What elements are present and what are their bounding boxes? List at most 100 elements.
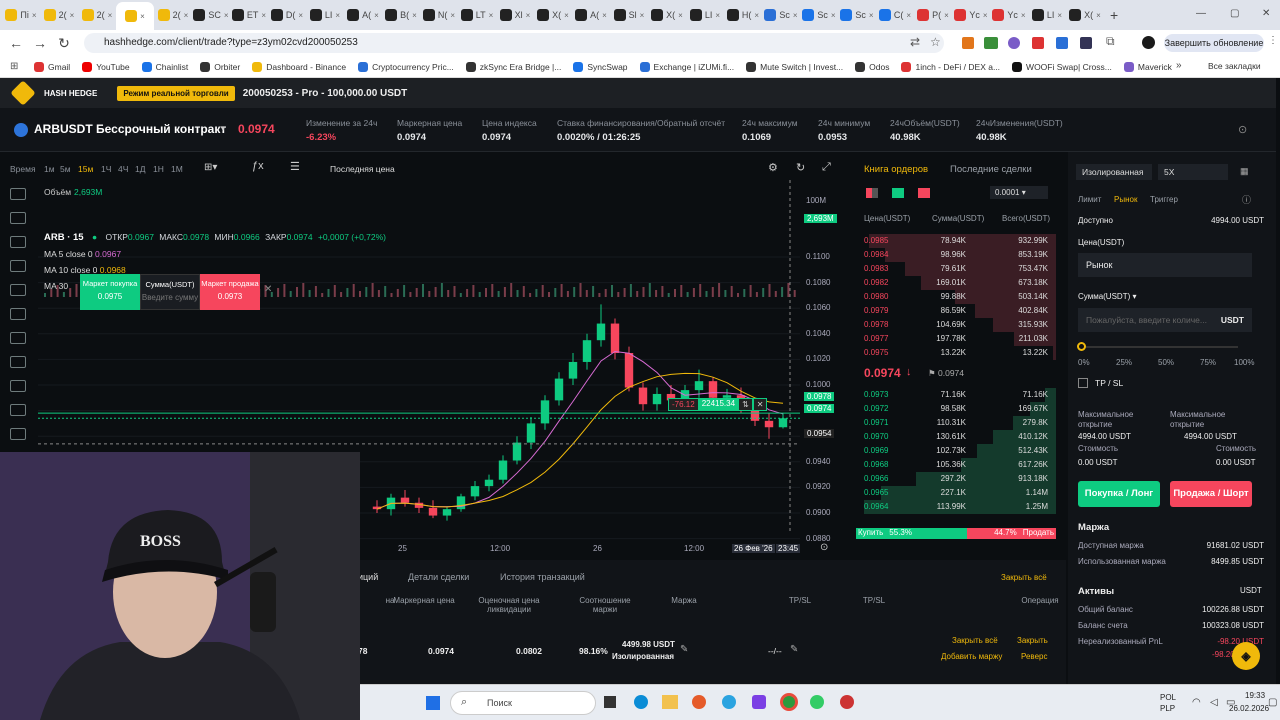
window-close-icon[interactable]: ✕ [1262, 8, 1270, 19]
clock-date[interactable]: 26.02.2026 [1229, 704, 1269, 713]
browser-tab[interactable]: Yc × [990, 3, 1028, 27]
tab-recent-trades[interactable]: Последние сделки [950, 164, 1032, 175]
ask-row[interactable]: 0.0984 98.96K 853.19K [856, 248, 1056, 262]
browser-tab[interactable]: LT × [458, 3, 496, 27]
reload-icon[interactable]: ↻ [52, 35, 76, 52]
more-bookmarks-icon[interactable]: » [1176, 60, 1182, 71]
browser-tab[interactable]: X(× [1066, 3, 1104, 27]
amount-slider[interactable] [1082, 346, 1238, 348]
wifi-icon[interactable]: ◠ [1192, 697, 1201, 708]
close-tab-icon[interactable]: × [1057, 11, 1062, 20]
axis-settings-icon[interactable]: ⊙ [820, 542, 828, 553]
url-field[interactable]: hashhedge.com/client/trade?type=z3ym02cv… [84, 33, 944, 53]
close-icon[interactable]: ✕ [264, 284, 272, 310]
close-tab-icon[interactable]: × [184, 11, 189, 20]
support-chat-icon[interactable]: ◈ [1232, 642, 1260, 670]
market-buy-button[interactable]: Маркет покупка 0.0975 [80, 274, 140, 310]
close-tab-icon[interactable]: × [261, 11, 266, 20]
bookmark-item[interactable]: Orbiter [200, 61, 240, 72]
bid-row[interactable]: 0.0973 71.16K 71.16K [856, 388, 1056, 402]
bid-row[interactable]: 0.0969 102.73K 512.43K [856, 444, 1056, 458]
tab-order-book[interactable]: Книга ордеров [864, 164, 928, 175]
book-view-bids-icon[interactable] [892, 188, 904, 198]
drawing-tool-icon[interactable] [10, 428, 26, 440]
browser-tab[interactable]: LI × [1028, 3, 1066, 27]
edit-margin-icon[interactable]: ✎ [680, 644, 688, 655]
browser-tab[interactable]: D(× [268, 3, 306, 27]
buy-long-button[interactable]: Покупка / Лонг [1078, 481, 1160, 507]
chrome-icon[interactable] [780, 693, 798, 711]
browser-tab[interactable]: N(× [420, 3, 458, 27]
price-input[interactable]: Рынок [1078, 253, 1252, 277]
tab-market[interactable]: Рынок [1114, 195, 1137, 204]
extension-icon[interactable] [984, 37, 998, 49]
close-tab-icon[interactable]: × [335, 11, 340, 20]
ask-row[interactable]: 0.0982 169.01K 673.18K [856, 276, 1056, 290]
amount-input[interactable]: Пожалуйста, введите количе... USDT [1078, 308, 1252, 332]
browser-tab[interactable]: B(× [382, 3, 420, 27]
position-line-label[interactable]: -76.12 22415.34 ⇅ ✕ [668, 398, 768, 411]
ask-row[interactable]: 0.0977 197.78K 211.03K [856, 332, 1056, 346]
trading-mode-badge[interactable]: Режим реальной торговли [117, 85, 235, 101]
forward-icon[interactable]: → [28, 35, 52, 51]
ask-row[interactable]: 0.0980 99.88K 503.14K [856, 290, 1056, 304]
browser-tab[interactable]: Sc × [838, 3, 876, 27]
sell-short-button[interactable]: Продажа / Шорт [1170, 481, 1252, 507]
close-tab-icon[interactable]: × [489, 11, 494, 20]
bookmark-item[interactable]: Gmail [34, 61, 70, 72]
bookmark-item[interactable]: Maverick [1123, 61, 1172, 72]
bookmark-item[interactable]: SyncSwap [573, 61, 628, 72]
browser-tab[interactable]: X(× [534, 3, 572, 27]
chevron-down-icon[interactable]: ▼ [219, 124, 227, 133]
all-bookmarks[interactable]: Все закладки [1208, 61, 1261, 71]
ask-row[interactable]: 0.0975 13.22K 13.22K [856, 346, 1056, 360]
bookmark-item[interactable]: Dashboard - Binance [252, 61, 346, 72]
close-tab-icon[interactable]: × [640, 11, 645, 20]
close-tab-icon[interactable]: × [678, 11, 683, 20]
browser-tab[interactable]: Sl × [610, 3, 648, 27]
bookmark-item[interactable]: zkSync Era Bridge |... [465, 61, 561, 72]
drawing-tool-icon[interactable] [10, 284, 26, 296]
close-tab-icon[interactable]: × [140, 12, 145, 21]
browser-tab[interactable]: A(× [344, 3, 382, 27]
position-edit-icon[interactable]: ⇅ [738, 398, 753, 411]
browser-tab[interactable]: C(× [876, 3, 914, 27]
browser-tab[interactable]: Xl × [496, 3, 534, 27]
bid-row[interactable]: 0.0966 297.2K 913.18K [856, 472, 1056, 486]
metamask-extension-icon[interactable] [962, 37, 974, 49]
calculator-icon[interactable]: ▦ [1240, 166, 1249, 177]
slider-label[interactable]: 75% [1200, 358, 1216, 367]
drawing-tool-icon[interactable] [10, 212, 26, 224]
minimize-icon[interactable]: — [1196, 8, 1206, 19]
slider-label[interactable]: 100% [1234, 358, 1254, 367]
settings-icon[interactable]: ⊙ [1238, 123, 1247, 136]
browser-tab[interactable]: 2(× [40, 3, 78, 27]
close-tab-icon[interactable]: × [564, 11, 569, 20]
tab-positions[interactable]: иций [358, 572, 378, 582]
close-tab-icon[interactable]: × [793, 11, 798, 20]
close-all-position-button[interactable]: Закрыть всё [952, 636, 998, 645]
taskbar-search[interactable]: ⌕ Поиск [450, 691, 596, 715]
lang-line2[interactable]: PLP [1160, 704, 1175, 713]
bid-row[interactable]: 0.0971 110.31K 279.8K [856, 416, 1056, 430]
browser-tab[interactable]: Sc × [800, 3, 838, 27]
tab-trade-details[interactable]: Детали сделки [408, 572, 469, 582]
slider-handle[interactable] [1077, 342, 1086, 351]
bookmark-item[interactable]: 1inch - DeFi / DEX a... [901, 61, 1000, 72]
bookmark-item[interactable]: Chainlist [141, 61, 188, 72]
bookmark-star-icon[interactable]: ☆ [930, 35, 941, 49]
browser-tab[interactable]: H(× [724, 3, 762, 27]
new-tab-icon[interactable]: + [1110, 7, 1118, 23]
browser-tab[interactable]: × [116, 2, 154, 30]
close-tab-icon[interactable]: × [602, 11, 607, 20]
info-icon[interactable]: ⓘ [1242, 193, 1251, 206]
extension-icon[interactable] [1080, 37, 1092, 49]
edge-icon[interactable] [634, 695, 648, 709]
browser-tab[interactable]: A(× [572, 3, 610, 27]
close-tab-icon[interactable]: × [1096, 11, 1101, 20]
symbol-selector[interactable]: ARBUSDT Бессрочный контракт [34, 122, 226, 136]
app-icon[interactable] [840, 695, 854, 709]
ask-row[interactable]: 0.0978 104.69K 315.93K [856, 318, 1056, 332]
extension-icon[interactable] [1008, 37, 1020, 49]
bid-row[interactable]: 0.0970 130.61K 410.12K [856, 430, 1056, 444]
